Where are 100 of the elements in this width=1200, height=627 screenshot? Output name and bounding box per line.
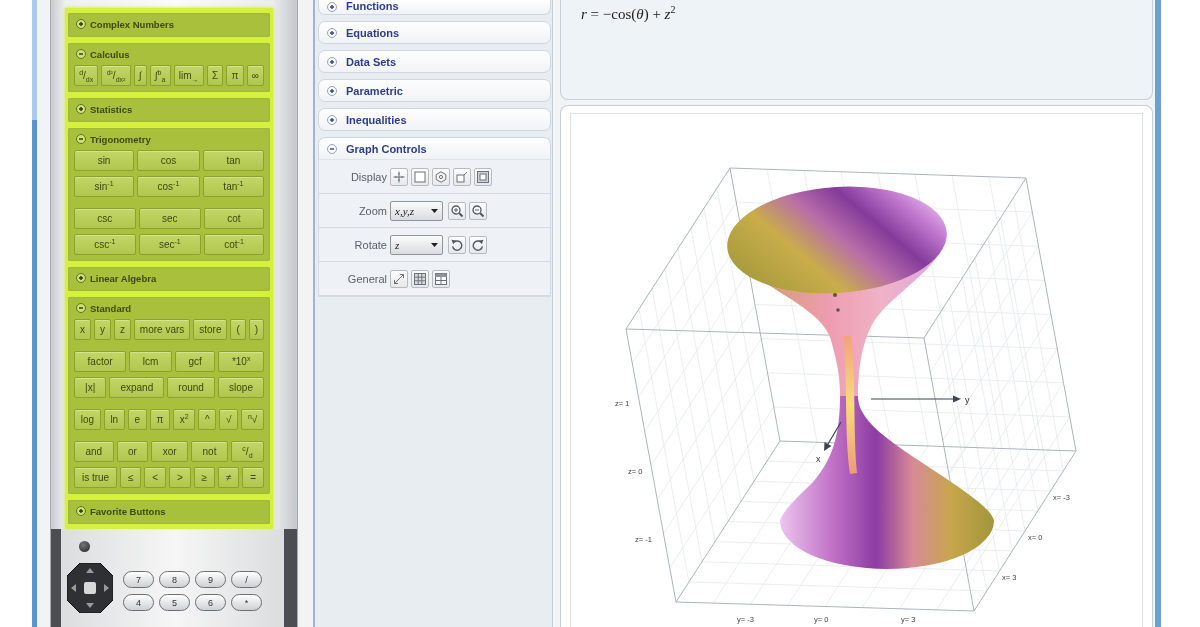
calculator-key[interactable]: |x| — [74, 377, 107, 398]
display-option-button[interactable] — [432, 167, 450, 186]
section-header[interactable]: Linear Algebra — [74, 267, 159, 289]
keypad-key[interactable]: 6 — [195, 594, 226, 611]
calculator-key[interactable]: $^{c}$/$_{d}$ — [230, 441, 264, 462]
zoom-out-button[interactable] — [469, 201, 487, 220]
calculator-key[interactable]: slope — [217, 377, 264, 398]
section-header[interactable]: Statistics — [74, 98, 135, 120]
calculator-key[interactable]: ≤ — [120, 467, 142, 488]
calculator-key[interactable]: cos — [137, 150, 200, 171]
caret-icon — [431, 208, 438, 213]
calculator-key[interactable]: e — [127, 409, 147, 430]
calculator-key[interactable]: y — [93, 319, 111, 340]
frame-icon — [477, 170, 489, 183]
calculator-key[interactable]: Σ — [206, 65, 224, 86]
keypad-key[interactable]: 4 — [123, 594, 154, 611]
calculator-key[interactable]: ^ — [198, 409, 217, 430]
control-label: Rotate — [353, 238, 387, 251]
accordion-header[interactable]: Inequalities — [318, 108, 551, 131]
calculator-key[interactable]: tan$^{-1}$ — [202, 176, 264, 197]
control-label: Zoom — [357, 204, 387, 217]
small-square-icon — [456, 170, 468, 183]
calculator-key[interactable]: < — [144, 467, 166, 488]
calculator-key[interactable]: ( — [230, 319, 246, 340]
calculator-key[interactable]: ≥ — [193, 467, 215, 488]
calculator-key[interactable]: sec — [138, 208, 201, 229]
calculator-key[interactable]: ∞ — [246, 65, 265, 86]
keypad-key[interactable]: 5 — [159, 594, 190, 611]
calculator-key[interactable]: ln — [103, 409, 125, 430]
calculator-key[interactable]: ) — [248, 319, 265, 340]
calculator-key[interactable]: gcf — [174, 351, 216, 372]
calculator-key[interactable]: expand — [109, 377, 165, 398]
control-label: General — [346, 272, 387, 285]
axis-dropdown[interactable]: z — [390, 234, 443, 255]
calculator-key[interactable]: cot — [203, 208, 264, 229]
section-header[interactable]: Complex Numbers — [74, 13, 176, 35]
calculator-key[interactable]: cot$^{-1}$ — [203, 234, 264, 255]
zoom-in-button[interactable] — [448, 201, 466, 220]
section-header[interactable]: Trigonometry — [74, 128, 153, 150]
calculator-key[interactable]: x$^{2}$ — [173, 409, 196, 430]
general-option-button[interactable] — [390, 269, 408, 288]
calculator-key[interactable]: π — [226, 65, 244, 86]
section-header[interactable]: Favorite Buttons — [74, 500, 168, 522]
calculator-key[interactable]: round — [167, 377, 215, 398]
keypad-key[interactable]: / — [231, 571, 262, 588]
calculator-key[interactable]: lim$_{→}$ — [173, 65, 204, 86]
axis-dropdown[interactable]: x,y,z — [390, 200, 443, 221]
calculator-key[interactable]: sec$^{-1}$ — [138, 234, 201, 255]
keypad-key[interactable]: 9 — [195, 571, 226, 588]
section-header[interactable]: Calculus — [74, 43, 132, 65]
display-option-button[interactable] — [474, 167, 492, 186]
calculator-key[interactable]: log — [74, 409, 101, 430]
calculator-key[interactable]: or — [116, 441, 149, 462]
calculator-key[interactable]: is true — [74, 467, 118, 488]
accordion-header[interactable]: Graph Controls — [318, 137, 551, 160]
calculator-key[interactable]: π — [149, 409, 171, 430]
calculator-key[interactable]: *10$^{x}$ — [218, 351, 264, 372]
calculator-key[interactable]: sin$^{-1}$ — [74, 176, 135, 197]
calculator-key[interactable]: cos$^{-1}$ — [137, 176, 200, 197]
caret-icon — [431, 242, 438, 247]
calculator-key[interactable]: not — [191, 441, 228, 462]
zoom-in-icon — [451, 204, 463, 217]
calculator-key[interactable]: z — [113, 319, 131, 340]
rotate-right-icon — [472, 238, 484, 251]
keypad-key[interactable]: * — [231, 594, 262, 611]
calculator-key[interactable]: csc$^{-1}$ — [74, 234, 136, 255]
calculator-key[interactable]: ≠ — [218, 467, 240, 488]
section-header[interactable]: Standard — [74, 297, 134, 319]
calculator-key[interactable]: sin — [74, 150, 135, 171]
display-option-button[interactable] — [390, 167, 408, 186]
calculator-key[interactable]: csc — [74, 208, 136, 229]
calculator-key[interactable]: $^{n}$√ — [241, 409, 264, 430]
calculator-key[interactable]: $^{d²}$/$_{dx²}$ — [101, 65, 131, 86]
accordion-header[interactable]: Equations — [318, 21, 551, 44]
hexagon-icon — [435, 170, 447, 183]
general-option-button[interactable] — [432, 269, 450, 288]
round-button[interactable] — [79, 541, 90, 552]
accordion-header[interactable]: Parametric — [318, 79, 551, 102]
calculator-key[interactable]: lcm — [129, 351, 172, 372]
direction-pad[interactable] — [67, 563, 113, 613]
calculator-key[interactable]: x — [74, 319, 91, 340]
accordion-header[interactable]: Functions — [318, 0, 551, 15]
rotate-left-button[interactable] — [448, 235, 466, 254]
general-option-button[interactable] — [411, 269, 429, 288]
calculator-key[interactable]: = — [242, 467, 264, 488]
calculator-key[interactable]: xor — [151, 441, 189, 462]
keypad-key[interactable]: 7 — [123, 571, 154, 588]
keypad-key[interactable]: 8 — [159, 571, 190, 588]
calculator-key[interactable]: $^{d}$/$_{dx}$ — [74, 65, 99, 86]
calculator-key[interactable]: tan — [202, 150, 264, 171]
diagonal-arrows-icon — [393, 272, 405, 285]
calculator-key[interactable]: factor — [74, 351, 127, 372]
calculator-key[interactable]: √ — [219, 409, 239, 430]
calculator-key[interactable]: store — [193, 319, 228, 340]
calculator-key[interactable]: more vars — [133, 319, 191, 340]
calculator-key[interactable]: ∫ — [133, 65, 147, 86]
accordion-header[interactable]: Data Sets — [318, 50, 551, 73]
calculator-key[interactable]: > — [169, 467, 191, 488]
calculator-key[interactable]: and — [74, 441, 114, 462]
rotate-right-button[interactable] — [469, 235, 487, 254]
